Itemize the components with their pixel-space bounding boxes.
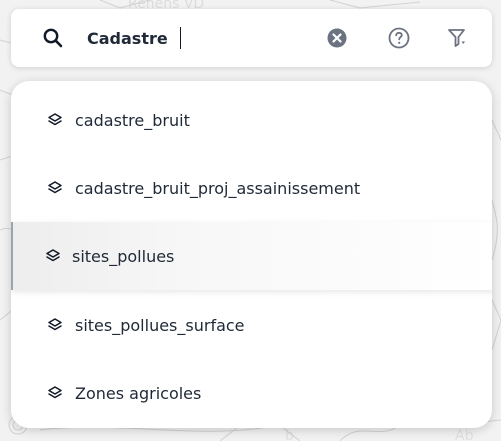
result-item-sites-pollues[interactable]: sites_pollues	[11, 222, 492, 290]
result-item-label: cadastre_bruit	[75, 110, 190, 130]
layers-icon	[47, 180, 63, 196]
result-item-cadastre-bruit[interactable]: cadastre_bruit	[11, 86, 492, 154]
text-cursor	[180, 27, 181, 49]
svg-text:b: b	[285, 428, 294, 441]
result-item-zones-agricoles[interactable]: Zones agricoles	[11, 359, 492, 427]
help-button[interactable]	[386, 25, 412, 51]
clear-circle-icon	[327, 28, 347, 48]
filter-button[interactable]	[445, 25, 471, 51]
result-item-cadastre-bruit-proj-assainissement[interactable]: cadastre_bruit_proj_assainissement	[11, 154, 492, 222]
filter-dropdown-icon	[448, 29, 465, 47]
result-item-label: cadastre_bruit_proj_assainissement	[75, 178, 361, 198]
result-item-sites-pollues-surface[interactable]: sites_pollues_surface	[11, 291, 492, 359]
search-results-dropdown: cadastre_bruit cadastre_bruit_proj_assai…	[11, 81, 492, 428]
result-item-label: Zones agricoles	[75, 383, 202, 403]
clear-search-button[interactable]	[324, 25, 350, 51]
svg-text:Ab: Ab	[455, 428, 474, 441]
result-item-label: sites_pollues_surface	[75, 315, 245, 335]
layers-icon	[45, 248, 61, 264]
result-item-label: sites_pollues	[72, 246, 175, 266]
search-bar	[11, 9, 492, 67]
layers-icon	[47, 317, 63, 333]
search-icon	[42, 27, 64, 49]
help-circle-icon	[388, 27, 410, 49]
layers-icon	[47, 385, 63, 401]
layers-icon	[47, 112, 63, 128]
search-input[interactable]	[87, 25, 307, 51]
